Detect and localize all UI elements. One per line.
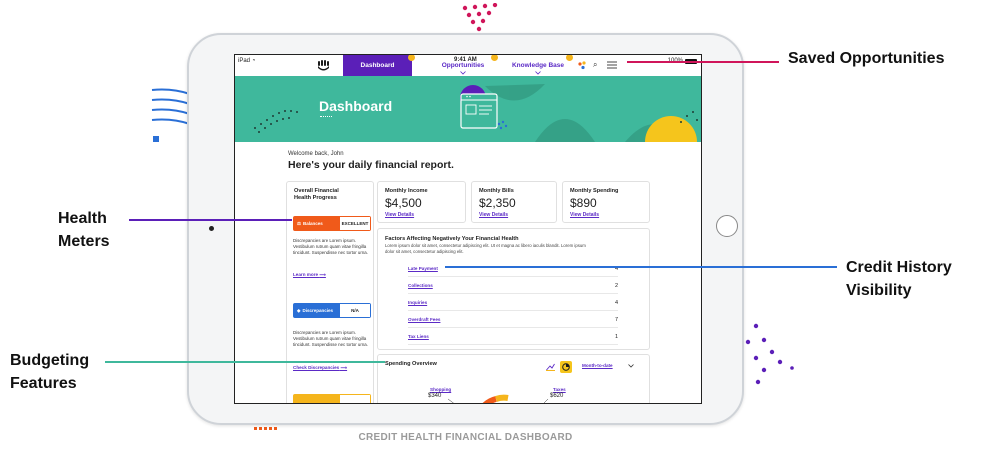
chevron-down-icon <box>460 71 466 75</box>
menu-icon[interactable] <box>607 61 617 69</box>
notification-badge <box>408 55 415 61</box>
factor-label: Tax Liens <box>408 334 429 339</box>
discrepancies-meter[interactable]: ◆ Discrepancies N/A <box>293 303 371 318</box>
meter-label: Discrepancies <box>302 308 333 313</box>
check-discrepancies-link[interactable]: Check Discrepancies ⟶ <box>293 365 347 371</box>
page-title: Dashboard <box>319 98 393 114</box>
spending-donut-chart <box>447 394 549 403</box>
balances-meter[interactable]: ⚖ Balances EXCELLENT <box>293 216 371 231</box>
factor-label: Late Payment <box>408 266 438 271</box>
title-underline <box>320 116 332 118</box>
camera-dot <box>209 226 214 231</box>
home-button[interactable] <box>716 215 738 237</box>
presentation-caption: CREDIT HEALTH FINANCIAL DASHBOARD <box>358 432 573 443</box>
app-logo-icon[interactable] <box>317 60 330 71</box>
stat-value: $2,350 <box>479 196 516 210</box>
annotation-line-credit <box>445 266 837 268</box>
annotation-saved-opportunities: Saved Opportunities <box>788 50 945 67</box>
tab-dashboard-label: Dashboard <box>360 62 395 69</box>
meter-label-block: ◆ Discrepancies <box>293 303 339 318</box>
annotation-line-budget <box>105 361 385 363</box>
tab-dashboard[interactable]: Dashboard <box>343 55 415 76</box>
annotation-credit-line1: Credit History <box>846 259 952 276</box>
annotation-health-line1: Health <box>58 210 107 227</box>
presentation-stage: iPad ◔ 9:41 AM 100% Dashboard Opportunit… <box>0 0 991 460</box>
negative-factors-card: Factors Affecting Negatively Your Financ… <box>377 228 650 350</box>
annotation-budget-line1: Budgeting <box>10 352 90 369</box>
balance-icon: ⚖ <box>297 220 302 226</box>
tab-opportunities-label: Opportunities <box>441 62 485 69</box>
decorative-dots-right <box>745 323 794 385</box>
health-title-line1: Overall Financial <box>294 188 339 194</box>
meter-status: N/A <box>339 303 371 318</box>
stat-title: Monthly Bills <box>479 188 514 194</box>
annotation-line-saved <box>627 61 779 63</box>
learn-more-link[interactable]: Learn more ⟶ <box>293 272 326 278</box>
annotation-line-health <box>129 219 292 221</box>
meter-label-block: ⚖ Balances <box>293 216 339 231</box>
meter-status <box>339 394 371 403</box>
tab-knowledge-base[interactable]: Knowledge Base <box>507 55 573 76</box>
stat-value: $890 <box>570 196 597 210</box>
notification-badge <box>491 55 498 61</box>
annotation-budget-line2: Features <box>10 375 77 392</box>
decorative-dots-top <box>462 3 498 32</box>
factor-count: 7 <box>614 316 618 323</box>
carrier-label: iPad ◔ <box>238 58 256 64</box>
monthly-income-card: Monthly Income $4,500 View Details <box>377 181 466 223</box>
factor-label: Overdraft Fees <box>408 317 441 322</box>
tab-opportunities[interactable]: Opportunities <box>432 55 498 76</box>
decorative-lines-left <box>151 88 191 142</box>
meter-label: Balances <box>303 221 323 226</box>
factor-count: 1 <box>614 333 618 340</box>
wifi-icon: ◔ <box>251 58 256 64</box>
meter-status: EXCELLENT <box>339 216 371 231</box>
monthly-bills-card: Monthly Bills $2,350 View Details <box>471 181 557 223</box>
monthly-spending-card: Monthly Spending $890 View Details <box>562 181 650 223</box>
factor-count: 4 <box>614 299 618 306</box>
shield-icon: ◆ <box>297 307 301 313</box>
chevron-down-icon <box>535 71 541 75</box>
arrow-right-icon: ⟶ <box>319 272 326 277</box>
arrow-right-icon: ⟶ <box>340 365 348 370</box>
factors-description: Lorem ipsum dolor sit amet, consectetur … <box>385 243 586 254</box>
view-details-link[interactable]: View Details <box>479 212 508 218</box>
factor-row[interactable]: Inquiries 4 <box>408 295 618 311</box>
hero-pattern-icon <box>254 84 698 142</box>
view-details-link[interactable]: View Details <box>570 212 599 218</box>
search-icon[interactable]: ⌕ <box>593 60 597 70</box>
view-details-link[interactable]: View Details <box>385 212 414 218</box>
factor-row[interactable]: Overdraft Fees 7 <box>408 312 618 328</box>
check-discrepancies-label: Check Discrepancies <box>293 365 340 370</box>
stat-title: Monthly Spending <box>570 188 619 194</box>
tab-knowledge-base-label: Knowledge Base <box>511 62 564 69</box>
health-title-line2: Health Progress <box>294 195 337 201</box>
third-meter[interactable] <box>293 394 371 403</box>
welcome-text: Welcome back, John <box>288 151 344 157</box>
factor-label: Collections <box>408 283 433 288</box>
spending-overview-card: Spending Overview Month-to-date Shopping… <box>377 354 650 403</box>
greeting-heading: Here's your daily financial report. <box>288 159 454 171</box>
discrepancies-description: Discrepancies are Lorem ipsum. Vestibulu… <box>293 330 368 347</box>
notification-badge <box>566 55 573 61</box>
stat-value: $4,500 <box>385 196 422 210</box>
tablet-screen: iPad ◔ 9:41 AM 100% Dashboard Opportunit… <box>234 54 702 404</box>
stat-title: Monthly Income <box>385 188 428 194</box>
annotation-health-line2: Meters <box>58 233 110 250</box>
saved-opportunities-icon[interactable] <box>578 61 587 70</box>
factor-row[interactable]: Collections 2 <box>408 278 618 294</box>
factor-row[interactable]: Tax Liens 1 <box>408 329 618 345</box>
health-description: Discrepancies are Lorem ipsum. Vestibulu… <box>293 238 368 255</box>
meter-label-block <box>293 394 339 403</box>
learn-more-label: Learn more <box>293 272 319 277</box>
factor-label: Inquiries <box>408 300 428 305</box>
health-progress-card: Overall Financial Health Progress ⚖ Balan… <box>286 181 374 403</box>
factor-count: 2 <box>614 282 618 289</box>
factor-row[interactable]: Late Payment 4 <box>408 261 618 277</box>
dashboard-hero: Dashboard <box>235 76 701 142</box>
factors-title: Factors Affecting Negatively Your Financ… <box>385 236 519 242</box>
annotation-credit-line2: Visibility <box>846 282 912 299</box>
